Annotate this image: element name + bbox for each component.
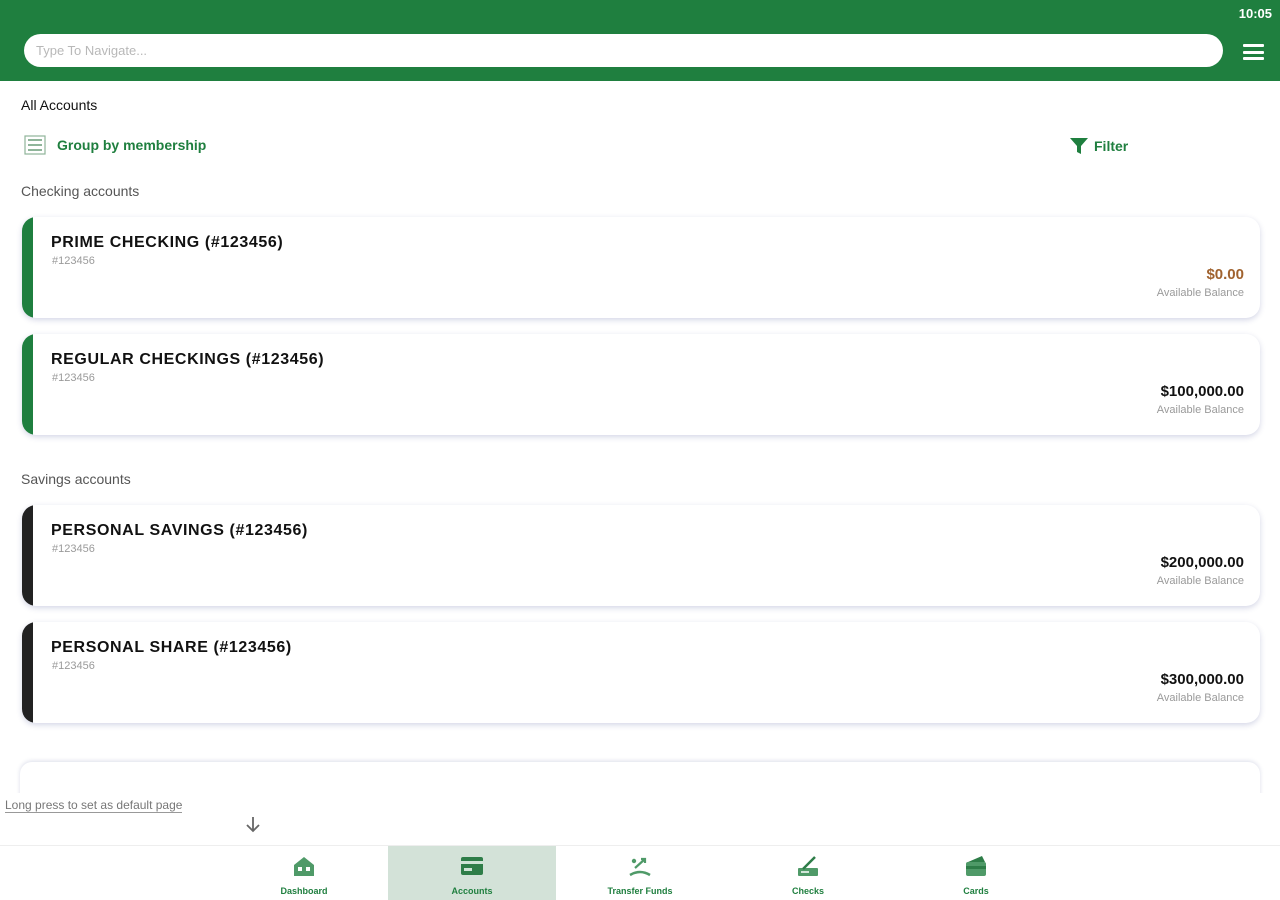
- hamburger-menu-icon[interactable]: [1243, 44, 1264, 60]
- account-number: #123456: [52, 660, 95, 672]
- hint-area: [0, 793, 1280, 845]
- account-name: PERSONAL SHARE (#123456): [51, 639, 292, 656]
- account-balance: $200,000.00: [1160, 554, 1244, 571]
- filter-button[interactable]: Filter: [1069, 136, 1128, 156]
- nav-label: Accounts: [451, 886, 493, 896]
- account-number: #123456: [52, 372, 95, 384]
- account-type-stripe: [22, 505, 33, 606]
- nav-label: Cards: [963, 886, 989, 896]
- nav-dashboard[interactable]: Dashboard: [220, 846, 388, 900]
- nav-label: Transfer Funds: [607, 886, 673, 896]
- page-title: All Accounts: [21, 97, 98, 113]
- account-number: #123456: [52, 543, 95, 555]
- account-card[interactable]: REGULAR CHECKINGS (#123456) #123456 $100…: [22, 334, 1260, 435]
- account-card[interactable]: PERSONAL SHARE (#123456) #123456 $300,00…: [22, 622, 1260, 723]
- list-group-icon: [24, 135, 46, 155]
- nav-accounts[interactable]: Accounts: [388, 846, 556, 900]
- transfer-funds-icon: [629, 857, 651, 877]
- group-by-membership-button[interactable]: Group by membership: [24, 134, 206, 156]
- status-time: 10:05: [1238, 6, 1272, 21]
- nav-label: Dashboard: [280, 886, 328, 896]
- nav-checks[interactable]: Checks: [724, 846, 892, 900]
- account-balance: $300,000.00: [1160, 671, 1244, 688]
- bottom-navigation: Dashboard Accounts Transfer Funds Checks…: [0, 845, 1280, 900]
- nav-transfer-funds[interactable]: Transfer Funds: [556, 846, 724, 900]
- section-title-savings: Savings accounts: [21, 471, 131, 487]
- account-balance: $100,000.00: [1160, 383, 1244, 400]
- filter-icon: [1070, 138, 1088, 154]
- group-by-membership-label: Group by membership: [57, 137, 207, 153]
- account-name: REGULAR CHECKINGS (#123456): [51, 351, 325, 368]
- cards-icon: [966, 856, 986, 876]
- balance-label: Available Balance: [1156, 404, 1244, 416]
- nav-label: Checks: [791, 886, 825, 896]
- account-name: PERSONAL SAVINGS (#123456): [51, 522, 308, 539]
- accounts-icon: [461, 857, 483, 875]
- app-header: 10:05: [0, 0, 1280, 81]
- section-title-checking: Checking accounts: [21, 183, 140, 199]
- balance-label: Available Balance: [1156, 287, 1244, 299]
- account-type-stripe: [22, 622, 33, 723]
- account-type-stripe: [22, 217, 33, 318]
- account-number: #123456: [52, 255, 95, 267]
- filter-label: Filter: [1094, 138, 1129, 154]
- dashboard-icon: [294, 857, 314, 876]
- navigate-search-input[interactable]: [24, 34, 1223, 67]
- balance-label: Available Balance: [1156, 692, 1244, 704]
- nav-cards[interactable]: Cards: [892, 846, 1060, 900]
- account-balance: $0.00: [1206, 266, 1244, 283]
- balance-label: Available Balance: [1156, 575, 1244, 587]
- arrow-down-icon: [246, 817, 260, 833]
- default-page-hint-link[interactable]: Long press to set as default page: [5, 798, 183, 813]
- account-card[interactable]: PERSONAL SAVINGS (#123456) #123456 $200,…: [22, 505, 1260, 606]
- account-card[interactable]: PRIME CHECKING (#123456) #123456 $0.00 A…: [22, 217, 1260, 318]
- app-root: 10:05 All Accounts Group by membership F…: [0, 0, 1280, 900]
- account-name: PRIME CHECKING (#123456): [51, 234, 284, 251]
- checks-icon: [798, 856, 818, 876]
- account-type-stripe: [22, 334, 33, 435]
